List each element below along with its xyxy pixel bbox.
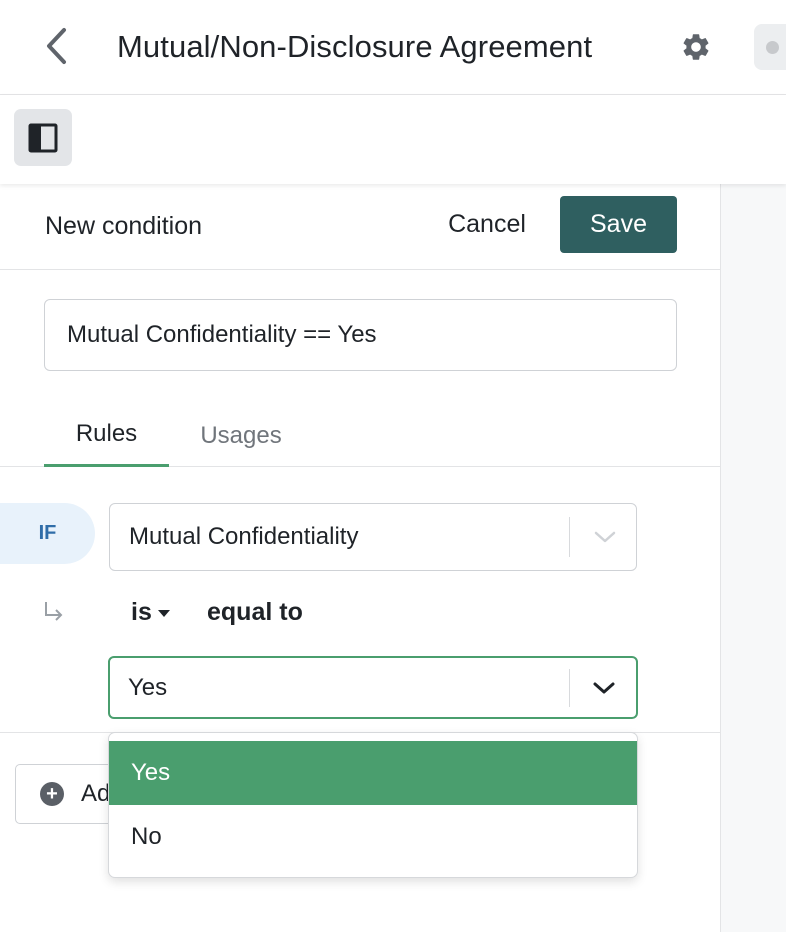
subdirectory-arrow-icon xyxy=(45,602,63,621)
gear-icon xyxy=(683,34,709,60)
toolbar xyxy=(0,95,786,184)
field-select[interactable]: Mutual Confidentiality xyxy=(109,503,637,571)
value-select[interactable]: Yes xyxy=(108,656,638,719)
add-rule-label: Ad xyxy=(81,780,111,807)
select-divider xyxy=(569,669,570,707)
chevron-down-icon xyxy=(593,682,615,693)
cancel-button[interactable]: Cancel xyxy=(430,196,544,253)
settings-button[interactable] xyxy=(677,28,715,66)
chevron-left-icon xyxy=(47,28,66,64)
status-pill[interactable] xyxy=(754,24,786,70)
chevron-down-icon xyxy=(594,531,616,543)
comparison-label: equal to xyxy=(207,598,303,626)
panel-toggle-button[interactable] xyxy=(14,109,72,166)
if-badge: IF xyxy=(0,503,95,564)
caret-down-icon xyxy=(157,610,170,617)
field-select-value: Mutual Confidentiality xyxy=(129,523,359,550)
condition-name-input[interactable] xyxy=(44,299,677,371)
dropdown-option-no[interactable]: No xyxy=(109,805,637,869)
save-button[interactable]: Save xyxy=(560,196,677,253)
tab-rules[interactable]: Rules xyxy=(44,404,169,467)
dropdown-option-yes[interactable]: Yes xyxy=(109,741,637,805)
status-dot xyxy=(766,41,779,54)
value-dropdown-menu: Yes No xyxy=(108,732,638,878)
operator-label: is xyxy=(131,598,152,626)
sidebar-panel-icon xyxy=(28,123,58,152)
plus-circle-icon: + xyxy=(40,782,64,806)
tab-usages[interactable]: Usages xyxy=(180,404,302,467)
top-bar: Mutual/Non-Disclosure Agreement xyxy=(0,0,786,95)
panel-heading: New condition xyxy=(45,212,203,240)
tab-bar: Rules Usages xyxy=(0,404,720,467)
select-divider xyxy=(569,517,570,557)
back-button[interactable] xyxy=(36,26,76,66)
document-canvas xyxy=(721,184,786,932)
operator-dropdown[interactable]: is xyxy=(131,598,170,627)
document-title: Mutual/Non-Disclosure Agreement xyxy=(117,29,593,64)
value-select-value: Yes xyxy=(128,673,168,701)
panel-header: New condition Cancel Save xyxy=(0,184,720,270)
